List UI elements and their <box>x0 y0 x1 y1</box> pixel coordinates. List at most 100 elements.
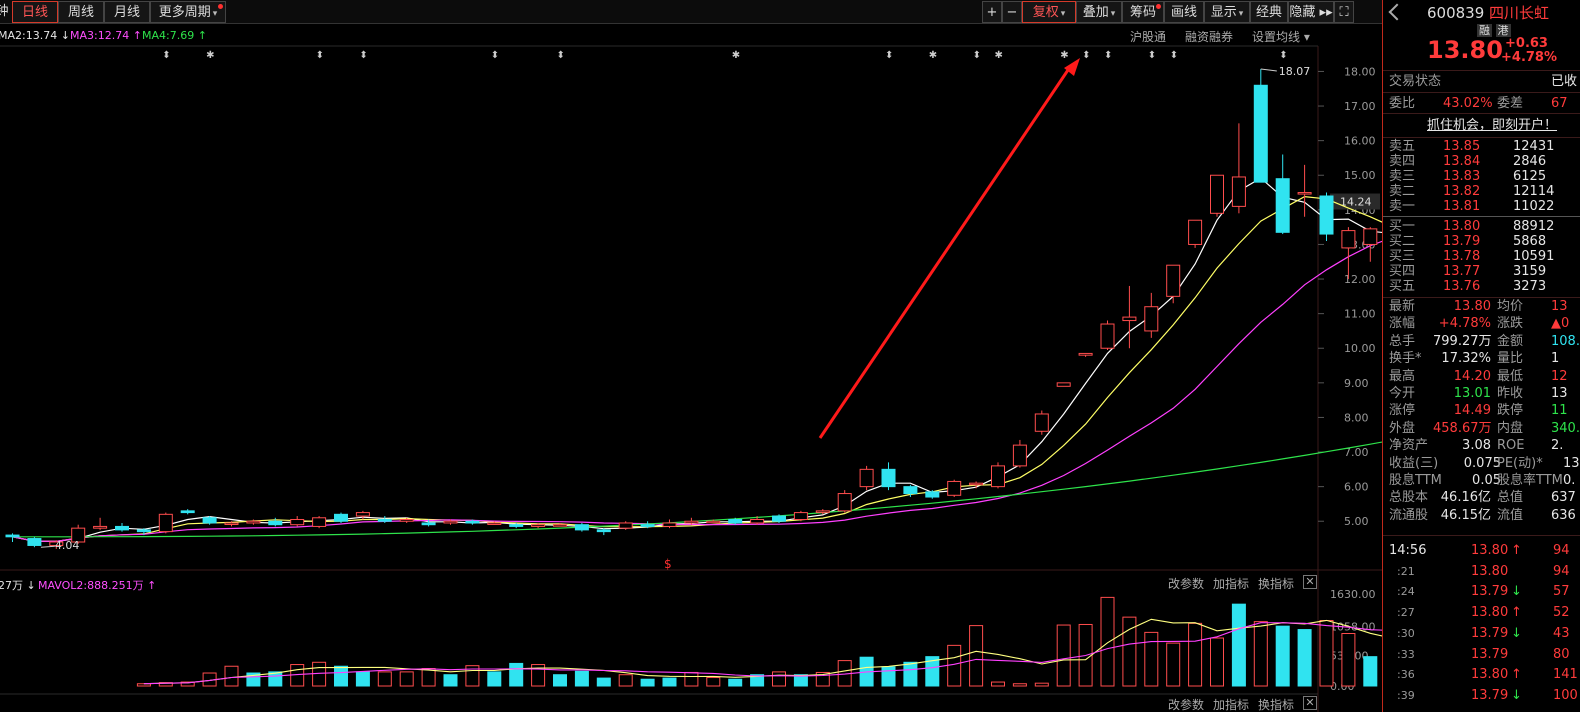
ask-row-1: 卖四 13.84 2846 <box>1383 154 1580 169</box>
info-marker-icon[interactable]: ✱ <box>995 50 1003 61</box>
info-marker-icon[interactable]: ⬍ <box>1170 50 1178 61</box>
info-marker-icon[interactable]: ✱ <box>206 50 214 61</box>
tick-time: :33 <box>1397 647 1415 661</box>
stat-value: 2. <box>1551 438 1564 454</box>
bid-row-0: 买一 13.80 88912 <box>1383 219 1580 234</box>
tick-price: 13.80 <box>1471 667 1509 683</box>
volume-bar <box>728 678 743 687</box>
hkconnect-link[interactable]: 沪股通 <box>1130 28 1166 45</box>
add-indicator-button[interactable]: 加指标 <box>1213 575 1249 592</box>
toolbar-button-3[interactable]: 叠加 ▾ <box>1076 1 1122 23</box>
switch-indicator-button-2[interactable]: 换指标 <box>1258 696 1294 712</box>
ask-row-4: 卖一 13.81 11022 <box>1383 199 1580 214</box>
change-params-button-2[interactable]: 改参数 <box>1168 696 1204 712</box>
tick-volume: 100 <box>1553 687 1578 703</box>
open-account-link[interactable]: 抓住机会，即刻开户！ <box>1383 117 1580 134</box>
margin-trading-link[interactable]: 融资融券 <box>1185 28 1233 45</box>
info-marker-icon[interactable]: ⬍ <box>557 50 565 61</box>
stat-value: 0. <box>1563 473 1576 488</box>
kline-chart[interactable]: 18.0017.0016.0015.0014.0013.0012.0011.00… <box>0 24 1382 712</box>
bid-row-3: 买四 13.77 3159 <box>1383 264 1580 279</box>
stat-row-10: 股息TTM 0.05 股息率TTM 0. <box>1383 472 1580 489</box>
stat-row-0: 最新 13.80 均价 13 <box>1383 298 1580 315</box>
switch-indicator-button[interactable]: 换指标 <box>1258 575 1294 592</box>
ma2-line <box>12 195 1382 543</box>
toolbar-button-1[interactable]: − <box>1002 1 1022 23</box>
toolbar-button-7[interactable]: 经典 <box>1250 1 1288 23</box>
volume-bar <box>355 671 370 687</box>
close-icon-2[interactable]: ✕ <box>1303 696 1317 710</box>
info-marker-icon[interactable]: ⬍ <box>1082 50 1090 61</box>
volume-bar <box>618 674 633 687</box>
tab-more-periods[interactable]: 更多周期 ▾ <box>150 1 226 23</box>
info-marker-icon[interactable]: ⬍ <box>1148 50 1156 61</box>
stat-label: 金额 <box>1497 333 1524 349</box>
stat-label: 今开 <box>1389 386 1416 401</box>
toolbar-button-0[interactable]: + <box>982 1 1002 23</box>
tick-arrow: ↑ <box>1511 605 1522 621</box>
set-ma-link[interactable]: 设置均线 ▾ <box>1252 28 1310 45</box>
volume-bar <box>706 677 721 687</box>
info-marker-icon[interactable]: ⬍ <box>1279 50 1287 61</box>
candle-body <box>1319 195 1334 235</box>
toolbar-button-5[interactable]: 画线 <box>1164 1 1204 23</box>
candle-body <box>925 491 940 498</box>
info-marker-icon[interactable]: ⬍ <box>973 50 981 61</box>
kline-chart-area[interactable]: 18.00 17.00 16.00 15.00 14.00 13.00 12.00 11.00… <box>0 24 1382 712</box>
info-marker-icon[interactable]: ⬍ <box>885 50 893 61</box>
bid-volume: 3273 <box>1513 279 1547 294</box>
toolbar-button-8[interactable]: 隐藏 ▸▸ <box>1288 1 1334 23</box>
tick-price: 13.79 <box>1471 646 1509 662</box>
tick-row-0: 14:56 13.80 ↑ 94 <box>1383 541 1580 561</box>
volume-bar <box>1056 624 1071 687</box>
bid-price: 13.80 <box>1443 219 1481 234</box>
toolbar-button-4[interactable]: 筹码 <box>1122 1 1164 23</box>
back-icon[interactable] <box>1388 3 1406 21</box>
candle-body <box>1341 230 1356 249</box>
stat-label: 量比 <box>1497 351 1524 367</box>
bid-price: 13.78 <box>1443 249 1481 264</box>
stat-label: 净资产 <box>1389 438 1429 454</box>
tab-monthly[interactable]: 月线 <box>104 1 150 23</box>
candle-body <box>618 522 633 529</box>
info-marker-icon[interactable]: ✱ <box>929 50 937 61</box>
price-tick-label: 5.00 <box>1344 515 1369 528</box>
bid-volume: 10591 <box>1513 249 1555 264</box>
change-params-button[interactable]: 改参数 <box>1168 575 1204 592</box>
tab-daily[interactable]: 日线 <box>12 1 58 23</box>
tick-time: :21 <box>1397 564 1415 578</box>
tick-time: :39 <box>1397 688 1415 702</box>
volume-bar <box>969 625 984 687</box>
add-indicator-button-2[interactable]: 加指标 <box>1213 696 1249 712</box>
toolbar-button-9[interactable]: ⛶ <box>1334 1 1354 23</box>
ask-volume: 12114 <box>1513 184 1555 199</box>
candle-body <box>1100 323 1115 349</box>
info-marker-icon[interactable]: ⬍ <box>162 50 170 61</box>
volume-bar <box>377 671 392 687</box>
bid-label: 买一 <box>1389 219 1416 234</box>
stat-value: 13 <box>1551 299 1568 314</box>
stat-row-4: 最高 14.20 最低 12 <box>1383 368 1580 385</box>
tab-weekly[interactable]: 周线 <box>58 1 104 23</box>
toolbar-button-2[interactable]: 复权 ▾ <box>1022 1 1076 23</box>
toolbar-button-6[interactable]: 显示 ▾ <box>1204 1 1250 23</box>
info-marker-icon[interactable]: ✱ <box>732 50 740 61</box>
close-icon[interactable]: ✕ <box>1303 575 1317 589</box>
candle-body <box>1122 316 1137 322</box>
info-marker-icon[interactable]: ⬍ <box>1104 50 1112 61</box>
candle-body <box>859 468 874 488</box>
info-marker-icon[interactable]: ⬍ <box>316 50 324 61</box>
info-marker-icon[interactable]: ✱ <box>1060 50 1068 61</box>
candle-body <box>115 525 129 531</box>
ask-price: 13.82 <box>1443 184 1481 199</box>
volume-bar <box>772 671 786 687</box>
event-marker[interactable]: $ <box>664 557 672 571</box>
price-tick-label: 6.00 <box>1344 481 1369 494</box>
ask-price: 13.83 <box>1443 169 1481 184</box>
info-marker-icon[interactable]: ⬍ <box>359 50 367 61</box>
info-marker-icon[interactable]: ⬍ <box>491 50 499 61</box>
stat-value: 458.67万 <box>1433 420 1492 436</box>
trend-arrow-line[interactable] <box>818 69 1070 439</box>
volume-bar <box>1144 631 1159 687</box>
tab-minute[interactable]: 钟 <box>0 1 10 23</box>
